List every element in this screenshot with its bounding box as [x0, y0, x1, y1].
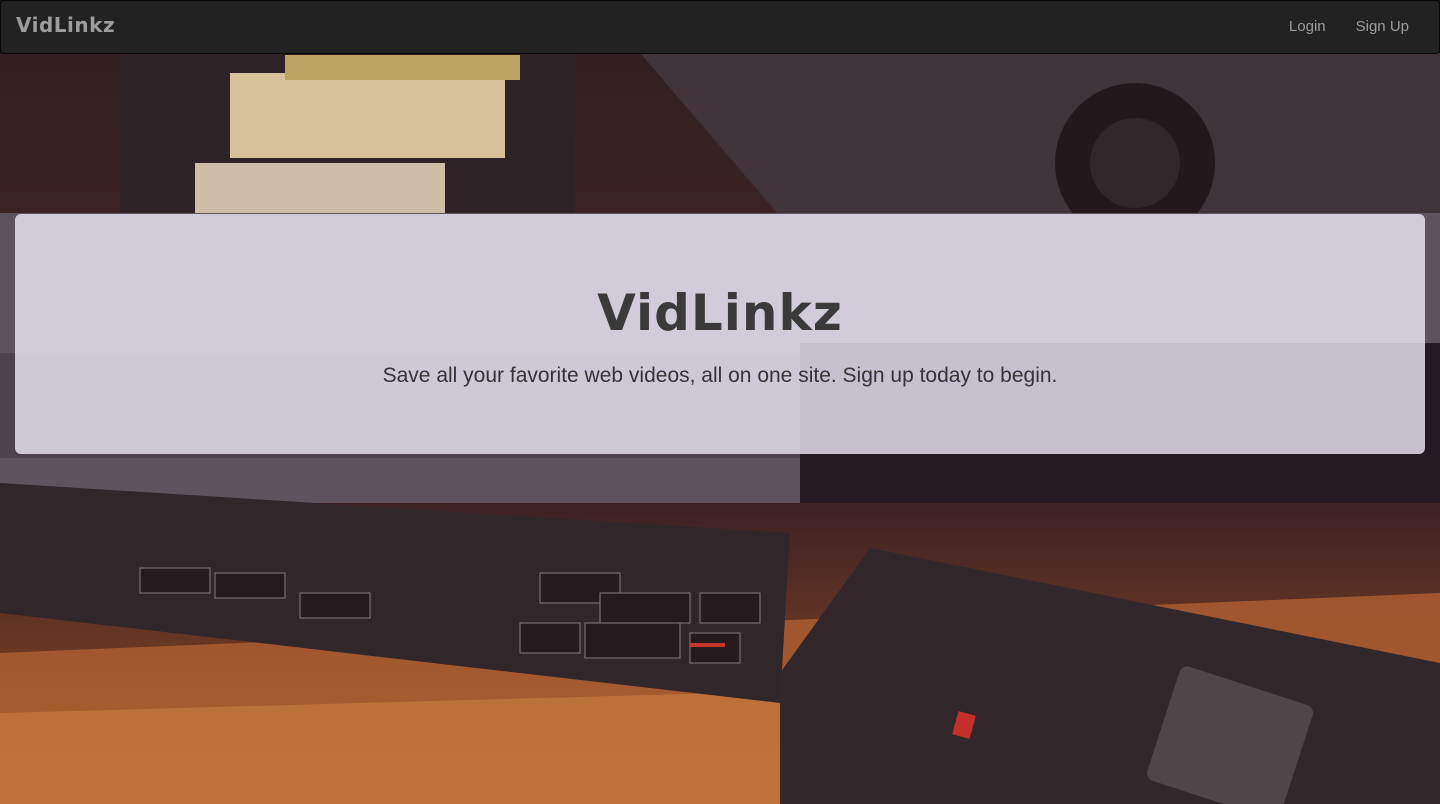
- hero-subtitle: Save all your favorite web videos, all o…: [382, 364, 1058, 387]
- navbar-brand[interactable]: VidLinkz: [16, 13, 115, 37]
- login-link[interactable]: Login: [1274, 1, 1341, 53]
- navbar: VidLinkz Login Sign Up: [0, 0, 1440, 54]
- jumbotron: VidLinkz Save all your favorite web vide…: [15, 214, 1425, 454]
- signup-link[interactable]: Sign Up: [1341, 1, 1424, 53]
- hero-title: VidLinkz: [597, 284, 843, 342]
- navbar-links: Login Sign Up: [1274, 1, 1424, 53]
